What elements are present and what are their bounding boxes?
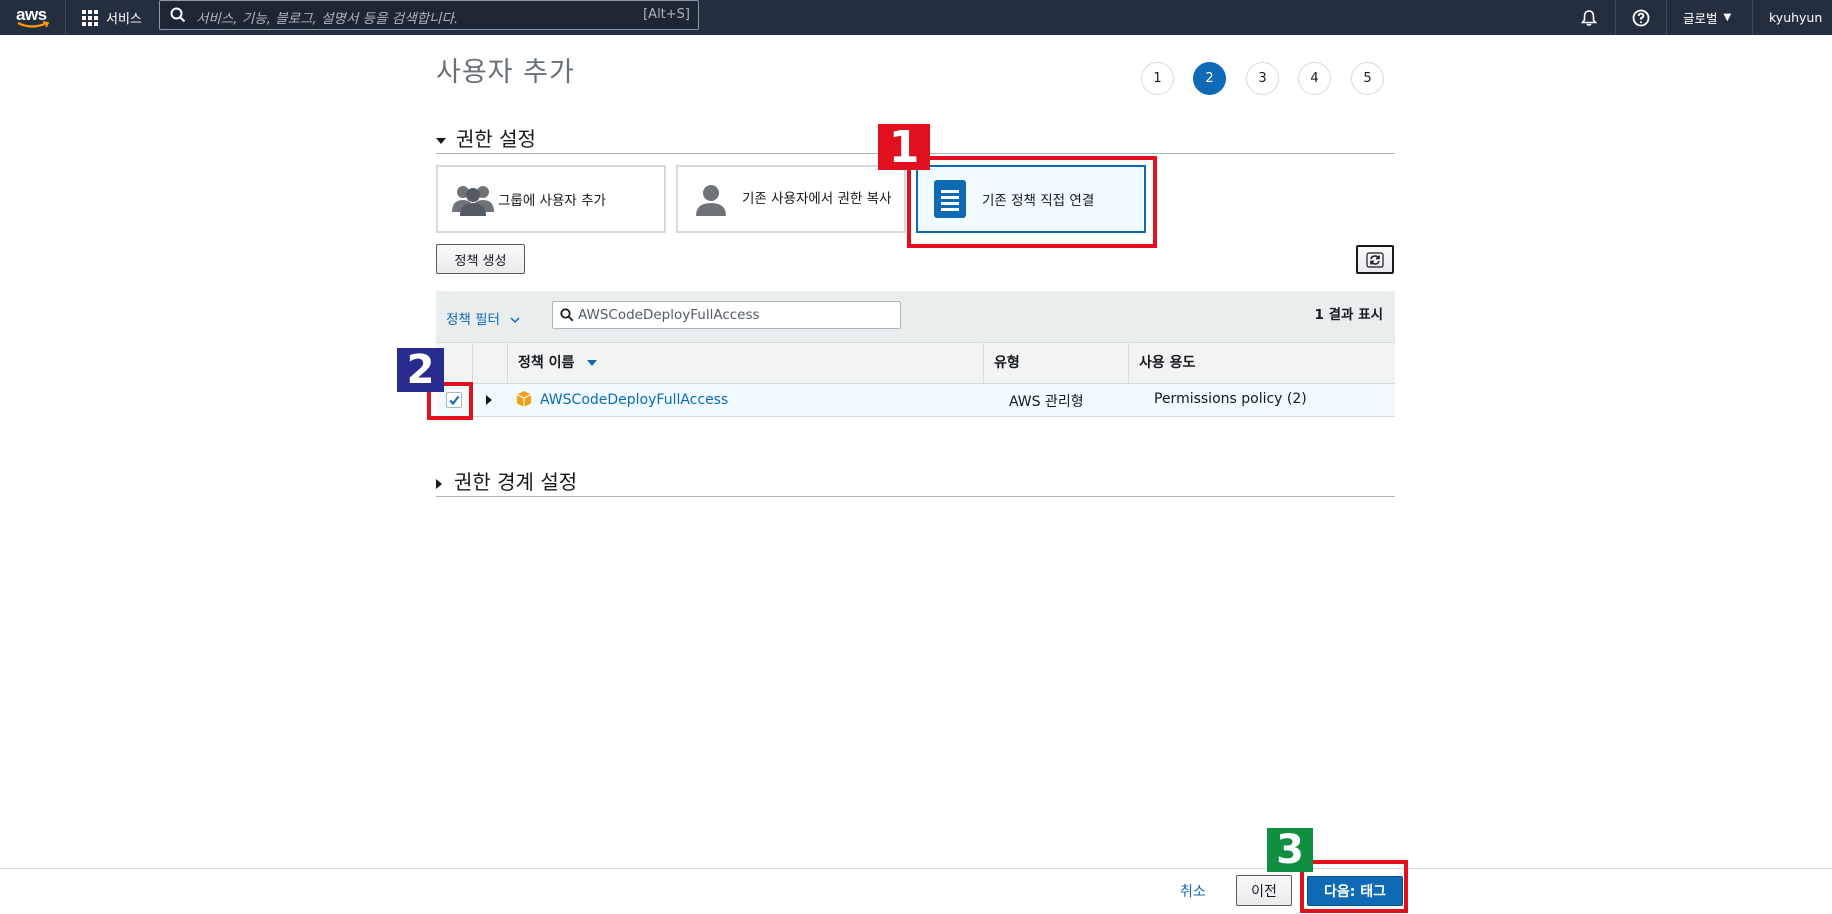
expand-column-header: [472, 343, 507, 383]
create-policy-button[interactable]: 정책 생성: [436, 244, 525, 274]
option-label: 그룹에 사용자 추가: [498, 193, 606, 209]
callout-badge-3: 3: [1267, 827, 1313, 873]
sort-descending-icon: [587, 360, 598, 366]
caret-right-icon: [436, 478, 442, 489]
managed-policy-cube-icon: [516, 391, 532, 407]
wizard-step-3[interactable]: 3: [1246, 62, 1279, 95]
previous-button[interactable]: 이전: [1236, 875, 1292, 906]
user-icon: [696, 185, 726, 216]
search-placeholder: 서비스, 기능, 블로그, 설명서 등을 검색합니다.: [196, 11, 459, 27]
search-hotkey: [Alt+S]: [643, 7, 690, 22]
services-menu-button[interactable]: 서비스: [82, 0, 142, 35]
wizard-footer: 취소 이전 다음: 태그: [0, 868, 1832, 914]
search-icon: [170, 7, 186, 23]
permissions-section-title: 권한 설정: [456, 127, 536, 151]
expand-row-icon[interactable]: [486, 395, 492, 405]
services-label: 서비스: [106, 12, 142, 27]
callout-badge-2: 2: [397, 347, 444, 393]
page-title: 사용자 추가: [436, 57, 575, 88]
help-button[interactable]: [1632, 0, 1650, 35]
boundary-section-toggle[interactable]: 권한 경계 설정: [436, 466, 577, 495]
table-header: 정책 이름 유형 사용 용도: [436, 343, 1395, 384]
result-count: 1 결과 표시: [1314, 307, 1383, 323]
refresh-icon: [1366, 251, 1384, 268]
bell-icon: [1580, 9, 1598, 26]
callout-badge-1: 1: [878, 122, 930, 173]
account-menu[interactable]: kyuhyun: [1769, 0, 1822, 35]
caret-down-icon: [436, 137, 446, 144]
notifications-button[interactable]: [1580, 0, 1598, 35]
nav-divider: [1666, 0, 1667, 35]
apps-grid-icon: [82, 9, 98, 26]
section-divider: [436, 496, 1395, 497]
refresh-button[interactable]: [1356, 245, 1394, 274]
cancel-link[interactable]: 취소: [1180, 881, 1206, 901]
policy-filter-dropdown[interactable]: 정책 필터: [446, 308, 520, 328]
policy-name-link[interactable]: AWSCodeDeployFullAccess: [540, 392, 728, 408]
column-header-type[interactable]: 유형: [983, 343, 1128, 383]
top-navigation-bar: aws 서비스 서비스, 기능, 블로그, 설명서 등을 검색합니다. [Alt…: [0, 0, 1832, 35]
search-icon: [560, 308, 574, 322]
policy-filter-label: 정책 필터: [446, 312, 500, 328]
policy-search-value: AWSCodeDeployFullAccess: [578, 307, 760, 323]
help-circle-icon: [1632, 9, 1650, 26]
caret-down-icon: ▼: [1723, 12, 1732, 23]
column-header-usage[interactable]: 사용 용도: [1128, 343, 1395, 383]
nav-divider: [1752, 0, 1753, 35]
aws-smile-icon: [17, 21, 50, 28]
option-copy-permissions[interactable]: 기존 사용자에서 권한 복사: [676, 165, 906, 233]
column-header-label: 정책 이름: [518, 355, 575, 371]
boundary-section-title: 권한 경계 설정: [454, 470, 578, 494]
nav-divider: [65, 0, 66, 35]
region-label: 글로벌: [1683, 11, 1718, 26]
table-row[interactable]: AWSCodeDeployFullAccess AWS 관리형 Permissi…: [436, 384, 1395, 417]
option-label: 기존 사용자에서 권한 복사: [742, 190, 892, 207]
callout-highlight-3: [1300, 860, 1408, 913]
wizard-step-4[interactable]: 4: [1298, 62, 1331, 95]
option-add-to-group[interactable]: 그룹에 사용자 추가: [436, 165, 666, 233]
wizard-step-5[interactable]: 5: [1351, 62, 1384, 95]
region-selector[interactable]: 글로벌 ▼: [1683, 0, 1731, 35]
username-label: kyuhyun: [1769, 10, 1823, 25]
users-group-icon: [452, 186, 494, 216]
column-header-policy-name[interactable]: 정책 이름: [507, 343, 983, 383]
global-search-input[interactable]: 서비스, 기능, 블로그, 설명서 등을 검색합니다. [Alt+S]: [159, 0, 699, 30]
nav-divider: [1615, 0, 1616, 35]
policy-search-input[interactable]: AWSCodeDeployFullAccess: [552, 301, 901, 329]
filter-bar: 정책 필터 AWSCodeDeployFullAccess 1 결과 표시: [436, 291, 1395, 343]
permissions-section-toggle[interactable]: 권한 설정: [436, 123, 536, 152]
wizard-step-2[interactable]: 2: [1193, 62, 1226, 95]
chevron-down-icon: [510, 317, 520, 324]
policy-type: AWS 관리형: [1009, 394, 1084, 410]
wizard-step-1[interactable]: 1: [1141, 62, 1174, 95]
policy-usage: Permissions policy (2): [1154, 391, 1307, 407]
aws-logo[interactable]: aws: [14, 3, 54, 31]
callout-highlight-1: [907, 156, 1157, 248]
